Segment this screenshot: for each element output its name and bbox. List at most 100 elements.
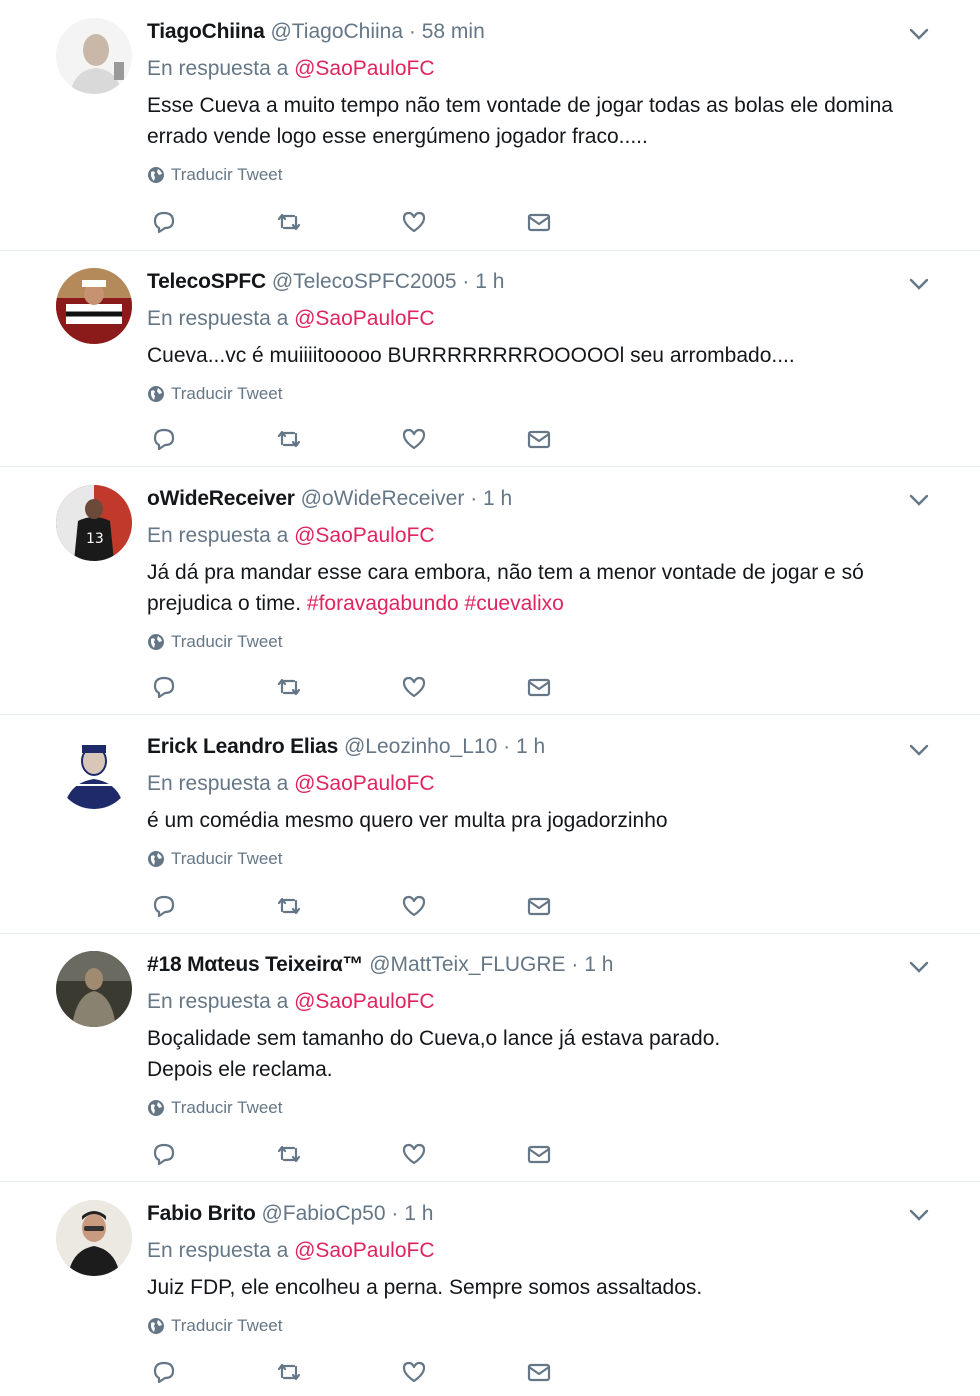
reply-prefix: En respuesta a xyxy=(147,1239,289,1262)
reply-button[interactable] xyxy=(150,1356,275,1388)
reply-button[interactable] xyxy=(150,890,275,922)
timestamp[interactable]: 1 h xyxy=(475,270,504,293)
reply-to-link[interactable]: @SaoPauloFC xyxy=(294,990,434,1013)
reply-button[interactable] xyxy=(150,1138,275,1170)
heart-icon xyxy=(402,676,426,698)
retweet-icon xyxy=(277,897,301,915)
display-name[interactable]: Fabio Brito xyxy=(147,1202,256,1225)
heart-icon xyxy=(402,1143,426,1165)
reply-to-link[interactable]: @SaoPauloFC xyxy=(294,772,434,795)
reply-icon xyxy=(153,895,175,918)
tweet-item[interactable]: 13 oWideReceiver @oWideReceiver · 1 h En… xyxy=(0,467,980,715)
user-handle[interactable]: @FabioCp50 xyxy=(261,1202,385,1225)
direct-message-button[interactable] xyxy=(525,423,650,455)
reply-to-link[interactable]: @SaoPauloFC xyxy=(294,1239,434,1262)
chevron-down-icon[interactable] xyxy=(908,23,930,45)
retweet-icon xyxy=(277,213,301,231)
display-name[interactable]: oWideReceiver xyxy=(147,487,295,510)
chevron-down-icon[interactable] xyxy=(908,489,930,511)
tweet-header: Erick Leandro Elias @Leozinho_L10 · 1 h xyxy=(147,733,920,761)
reply-icon xyxy=(153,428,175,451)
chevron-down-icon[interactable] xyxy=(908,1204,930,1226)
tweet-actions xyxy=(150,423,650,455)
reply-button[interactable] xyxy=(150,423,275,455)
tweet-item[interactable]: #18 Mαteus Teixeirα™ @MattTeix_FLUGRE · … xyxy=(0,934,980,1182)
avatar[interactable] xyxy=(56,268,132,344)
direct-message-button[interactable] xyxy=(525,1138,650,1170)
avatar[interactable] xyxy=(56,733,132,809)
tweet-text: é um comédia mesmo quero ver multa pra j… xyxy=(147,805,920,836)
direct-message-button[interactable] xyxy=(525,890,650,922)
reply-icon xyxy=(153,1143,175,1166)
avatar[interactable]: 13 xyxy=(56,485,132,561)
display-name[interactable]: TiagoChiina xyxy=(147,20,265,43)
direct-message-button[interactable] xyxy=(525,206,650,238)
display-name[interactable]: #18 Mαteus Teixeirα™ xyxy=(147,953,364,976)
retweet-button[interactable] xyxy=(275,423,400,455)
retweet-button[interactable] xyxy=(275,1138,400,1170)
translate-tweet-link[interactable]: Traducir Tweet xyxy=(147,382,920,406)
timestamp[interactable]: 1 h xyxy=(404,1202,433,1225)
display-name[interactable]: Erick Leandro Elias xyxy=(147,735,338,758)
direct-message-button[interactable] xyxy=(525,671,650,703)
tweet-actions xyxy=(150,206,650,238)
like-button[interactable] xyxy=(400,206,525,238)
globe-icon xyxy=(147,850,165,868)
reply-icon xyxy=(153,676,175,699)
translate-tweet-link[interactable]: Traducir Tweet xyxy=(147,1314,920,1338)
tweet-item[interactable]: Erick Leandro Elias @Leozinho_L10 · 1 h … xyxy=(0,715,980,934)
direct-message-button[interactable] xyxy=(525,1356,650,1388)
reply-button[interactable] xyxy=(150,206,275,238)
heart-icon xyxy=(402,211,426,233)
retweet-button[interactable] xyxy=(275,206,400,238)
tweet-text: Já dá pra mandar esse cara embora, não t… xyxy=(147,557,920,619)
reply-to-link[interactable]: @SaoPauloFC xyxy=(294,307,434,330)
avatar[interactable] xyxy=(56,951,132,1027)
user-handle[interactable]: @MattTeix_FLUGRE xyxy=(369,953,565,976)
avatar[interactable] xyxy=(56,18,132,94)
like-button[interactable] xyxy=(400,671,525,703)
reply-button[interactable] xyxy=(150,671,275,703)
globe-icon xyxy=(147,633,165,651)
tweet-item[interactable]: TelecoSPFC @TelecoSPFC2005 · 1 h En resp… xyxy=(0,251,980,467)
timestamp[interactable]: 1 h xyxy=(516,735,545,758)
reply-prefix: En respuesta a xyxy=(147,57,289,80)
like-button[interactable] xyxy=(400,423,525,455)
like-button[interactable] xyxy=(400,890,525,922)
like-button[interactable] xyxy=(400,1356,525,1388)
reply-prefix: En respuesta a xyxy=(147,772,289,795)
display-name[interactable]: TelecoSPFC xyxy=(147,270,266,293)
user-handle[interactable]: @TiagoChiina xyxy=(270,20,403,43)
tweet-text: Boçalidade sem tamanho do Cueva,o lance … xyxy=(147,1023,920,1085)
translate-tweet-link[interactable]: Traducir Tweet xyxy=(147,630,920,654)
envelope-icon xyxy=(527,213,551,232)
timestamp[interactable]: 1 h xyxy=(483,487,512,510)
tweet-text: Esse Cueva a muito tempo não tem vontade… xyxy=(147,90,920,152)
retweet-button[interactable] xyxy=(275,671,400,703)
heart-icon xyxy=(402,1361,426,1383)
user-handle[interactable]: @Leozinho_L10 xyxy=(344,735,497,758)
translate-tweet-link[interactable]: Traducir Tweet xyxy=(147,847,920,871)
retweet-button[interactable] xyxy=(275,890,400,922)
tweet-item[interactable]: Fabio Brito @FabioCp50 · 1 h En respuest… xyxy=(0,1182,980,1396)
hashtag-links[interactable]: #foravagabundo #cuevalixo xyxy=(307,592,564,615)
translate-tweet-link[interactable]: Traducir Tweet xyxy=(147,1096,920,1120)
like-button[interactable] xyxy=(400,1138,525,1170)
reply-to-link[interactable]: @SaoPauloFC xyxy=(294,57,434,80)
separator-dot: · xyxy=(470,487,478,510)
tweet-body: é um comédia mesmo quero ver multa pra j… xyxy=(147,809,668,832)
chevron-down-icon[interactable] xyxy=(908,956,930,978)
reply-to-link[interactable]: @SaoPauloFC xyxy=(294,524,434,547)
avatar[interactable] xyxy=(56,1200,132,1276)
tweet-item[interactable]: TiagoChiina @TiagoChiina · 58 min En res… xyxy=(0,0,980,251)
user-handle[interactable]: @oWideReceiver xyxy=(301,487,465,510)
user-handle[interactable]: @TelecoSPFC2005 xyxy=(272,270,457,293)
separator-dot: · xyxy=(503,735,511,758)
translate-tweet-link[interactable]: Traducir Tweet xyxy=(147,163,920,187)
reply-context: En respuesta a @SaoPauloFC xyxy=(147,522,920,550)
timestamp[interactable]: 58 min xyxy=(422,20,485,43)
timestamp[interactable]: 1 h xyxy=(584,953,613,976)
chevron-down-icon[interactable] xyxy=(908,273,930,295)
retweet-button[interactable] xyxy=(275,1356,400,1388)
chevron-down-icon[interactable] xyxy=(908,739,930,761)
